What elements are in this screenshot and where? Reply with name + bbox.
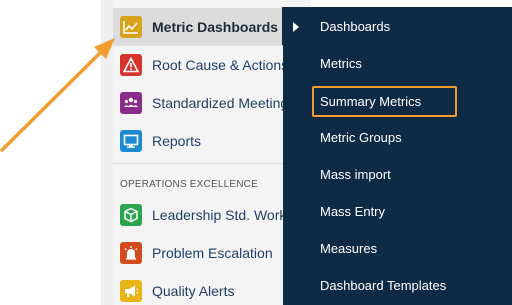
submenu-item-dashboards[interactable]: Dashboards [320, 19, 390, 34]
line-chart-icon [120, 16, 142, 38]
sidebar-item-label: Problem Escalation [152, 245, 273, 261]
submenu-item-mass-entry[interactable]: Mass Entry [320, 204, 385, 219]
submenu-item-mass-import[interactable]: Mass import [320, 167, 391, 182]
sidebar-item-label: Root Cause & Actions [152, 57, 289, 73]
submenu-item-dashboard-templates[interactable]: Dashboard Templates [320, 278, 446, 293]
sidebar-item-label: Reports [152, 133, 202, 149]
sidebar-item-leadership-std-work[interactable]: Leadership Std. Work [113, 196, 311, 234]
section-divider [113, 163, 311, 164]
sidebar-edge [101, 0, 113, 305]
sidebar-item-label: Metric Dashboards [152, 19, 279, 35]
submenu-item-measures[interactable]: Measures [320, 241, 377, 256]
section-header: OPERATIONS EXCELLENCE [120, 179, 258, 190]
sidebar-item-label: Leadership Std. Work [152, 207, 287, 223]
sidebar-item-label: Quality Alerts [152, 283, 235, 299]
sidebar-item-standardized-meetings[interactable]: Standardized Meetings [113, 84, 311, 122]
warning-icon [120, 54, 142, 76]
summary-metrics-highlight [312, 86, 457, 117]
people-icon [120, 92, 142, 114]
monitor-icon [120, 130, 142, 152]
sidebar-item-problem-escalation[interactable]: Problem Escalation [113, 234, 311, 272]
arrow-shaft [0, 48, 105, 152]
flyout-submenu [283, 7, 512, 305]
submenu-item-metric-groups[interactable]: Metric Groups [320, 130, 402, 145]
sidebar-item-quality-alerts[interactable]: Quality Alerts [113, 272, 311, 305]
submenu-item-metrics[interactable]: Metrics [320, 56, 362, 71]
screenshot-canvas: Metric Dashboards Root Cause & Actions S… [0, 0, 512, 305]
megaphone-icon [120, 280, 142, 302]
cube-icon [120, 204, 142, 226]
sidebar-item-reports[interactable]: Reports [113, 122, 311, 160]
alarm-icon [120, 242, 142, 264]
sidebar-item-label: Standardized Meetings [152, 95, 296, 111]
sidebar-item-root-cause-actions[interactable]: Root Cause & Actions [113, 46, 311, 84]
